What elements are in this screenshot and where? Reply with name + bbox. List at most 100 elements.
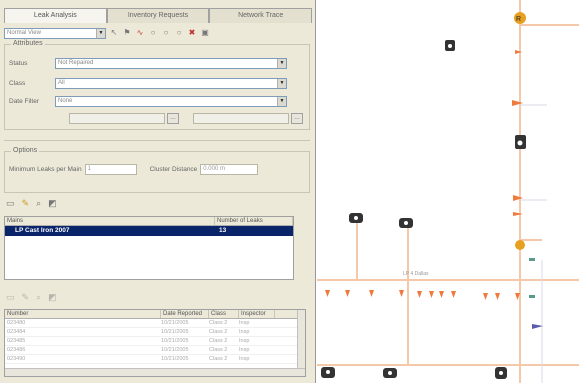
table-row[interactable]: 023484 10/21/2005 Class 2 Insp — [5, 328, 305, 337]
leak-marker — [399, 290, 404, 297]
meter-dials — [326, 44, 523, 375]
status-label: Status — [9, 60, 28, 67]
cell-date: 10/21/2005 — [161, 320, 189, 326]
chevron-down-icon[interactable]: ▼ — [277, 59, 286, 68]
leak-marker — [439, 291, 444, 298]
view-select-value: Normal View — [7, 29, 41, 36]
cluster-distance-label: Cluster Distance — [149, 166, 198, 173]
valve-marker[interactable] — [529, 258, 535, 261]
status-row: Status Not Repaired ▼ — [9, 58, 287, 69]
date-filter-label: Date Filter — [9, 98, 39, 105]
mains-header: Mains Number of Leaks — [5, 217, 293, 226]
status-value: Not Repaired — [58, 60, 94, 66]
date-column-header[interactable]: Date Reported — [161, 310, 209, 318]
zoom-icon[interactable]: ⌕ — [36, 198, 41, 209]
date-from-button[interactable]: … — [167, 113, 179, 124]
cell-number: 023484 — [7, 329, 26, 335]
table-row[interactable]: 023480 10/21/2005 Class 2 Insp — [5, 319, 305, 328]
cell-date: 10/21/2005 — [161, 347, 189, 353]
chevron-down-icon[interactable]: ▼ — [96, 28, 105, 38]
status-select[interactable]: Not Repaired ▼ — [55, 58, 287, 69]
date-to-field[interactable] — [193, 113, 289, 124]
map-view[interactable]: LP 4 Dallas R — [317, 0, 579, 383]
section-divider — [4, 140, 310, 141]
min-leaks-label: Minimum Leaks per Main — [9, 166, 82, 173]
circle-remove-icon[interactable]: ○ — [174, 28, 184, 38]
highlight-icon[interactable]: ◩ — [48, 292, 57, 303]
cluster-distance-field[interactable]: 0.000 m — [200, 164, 259, 175]
meter-symbols[interactable]: R — [321, 12, 526, 379]
leak-markers[interactable] — [325, 50, 523, 300]
cell-class: Class 2 — [209, 320, 228, 326]
leak-marker — [513, 212, 523, 216]
cell-class: Class 2 — [209, 356, 228, 362]
cell-date: 10/21/2005 — [161, 338, 189, 344]
valve-marker[interactable] — [532, 324, 543, 329]
regulator-icon — [515, 240, 525, 250]
class-select[interactable]: All ▼ — [55, 78, 287, 89]
chevron-down-icon[interactable]: ▼ — [277, 79, 286, 88]
class-value: All — [58, 80, 65, 86]
cell-inspector: Insp — [239, 329, 250, 335]
flag-icon[interactable]: ⚑ — [122, 28, 132, 38]
tab-inventory-requests[interactable]: Inventory Requests — [106, 8, 210, 23]
reports-header: Number Date Reported Class Inspector — [5, 310, 305, 319]
leak-marker — [429, 291, 434, 298]
class-row: Class All ▼ — [9, 78, 287, 89]
report-icon[interactable]: ▣ — [200, 28, 210, 38]
leak-reports-table: Number Date Reported Class Inspector 023… — [4, 309, 306, 377]
vertical-scrollbar[interactable] — [297, 310, 305, 376]
horizontal-scrollbar[interactable] — [5, 368, 305, 376]
date-to-button[interactable]: … — [291, 113, 303, 124]
cell-inspector: Insp — [239, 356, 250, 362]
leak-marker — [483, 293, 488, 300]
view-select[interactable]: Normal View ▼ — [4, 27, 106, 39]
tab-strip: Leak Analysis Inventory Requests Network… — [4, 8, 313, 23]
leak-marker — [325, 290, 330, 297]
number-column-header[interactable]: Number — [5, 310, 161, 318]
highlight-icon[interactable]: ◩ — [48, 198, 57, 209]
reports-toolbar: ▭ ✎ ⌕ ◩ — [6, 292, 57, 303]
circle-select-icon[interactable]: ○ — [148, 28, 158, 38]
cell-inspector: Insp — [239, 338, 250, 344]
cell-class: Class 2 — [209, 347, 228, 353]
valve-marker[interactable] — [529, 295, 535, 298]
clear-icon[interactable]: ✖ — [187, 28, 197, 38]
street-label: LP 4 Dallas — [403, 271, 429, 277]
table-row[interactable]: 023490 10/21/2005 Class 2 Insp — [5, 355, 305, 364]
mains-toolbar: ▭ ✎ ⌕ ◩ — [6, 198, 57, 209]
table-row[interactable]: 023486 10/21/2005 Class 2 Insp — [5, 346, 305, 355]
chevron-down-icon[interactable]: ▼ — [277, 97, 286, 106]
leak-marker — [451, 291, 456, 298]
table-row[interactable]: 023485 10/21/2005 Class 2 Insp — [5, 337, 305, 346]
mains-column-header[interactable]: Mains — [5, 217, 215, 225]
cell-number: 023490 — [7, 356, 26, 362]
circle-add-icon[interactable]: ○ — [161, 28, 171, 38]
open-icon[interactable]: ▭ — [6, 292, 15, 303]
date-filter-value: None — [58, 98, 73, 104]
cell-number: 023480 — [7, 320, 26, 326]
main-name: LP Cast Iron 2007 — [15, 227, 70, 234]
zoom-icon[interactable]: ⌕ — [36, 292, 41, 303]
map-canvas[interactable]: LP 4 Dallas R — [317, 0, 579, 383]
date-from-field[interactable] — [69, 113, 165, 124]
edit-icon[interactable]: ✎ — [22, 198, 30, 209]
class-column-header[interactable]: Class — [209, 310, 239, 318]
analysis-toolbar: Normal View ▼ ↖ ⚑ ∿ ○ ○ ○ ✖ ▣ — [4, 26, 312, 40]
edit-icon[interactable]: ✎ — [22, 292, 30, 303]
leaks-column-header[interactable]: Number of Leaks — [215, 217, 293, 225]
tab-network-trace[interactable]: Network Trace — [209, 8, 313, 23]
date-filter-select[interactable]: None ▼ — [55, 96, 287, 107]
open-icon[interactable]: ▭ — [6, 198, 15, 209]
min-leaks-field[interactable]: 1 — [84, 164, 137, 175]
mains-list: Mains Number of Leaks LP Cast Iron 2007 … — [4, 216, 294, 280]
options-group: Options Minimum Leaks per Main 1 Cluster… — [4, 147, 310, 193]
tab-leak-analysis[interactable]: Leak Analysis — [4, 8, 107, 23]
inspector-column-header[interactable]: Inspector — [239, 310, 275, 318]
leak-marker — [369, 290, 374, 297]
mains-row-selected[interactable]: LP Cast Iron 2007 13 — [5, 226, 293, 236]
leak-count: 13 — [219, 227, 227, 234]
pointer-icon[interactable]: ↖ — [109, 28, 119, 38]
trace-icon[interactable]: ∿ — [135, 28, 145, 38]
date-filter-row: Date Filter None ▼ — [9, 96, 287, 107]
